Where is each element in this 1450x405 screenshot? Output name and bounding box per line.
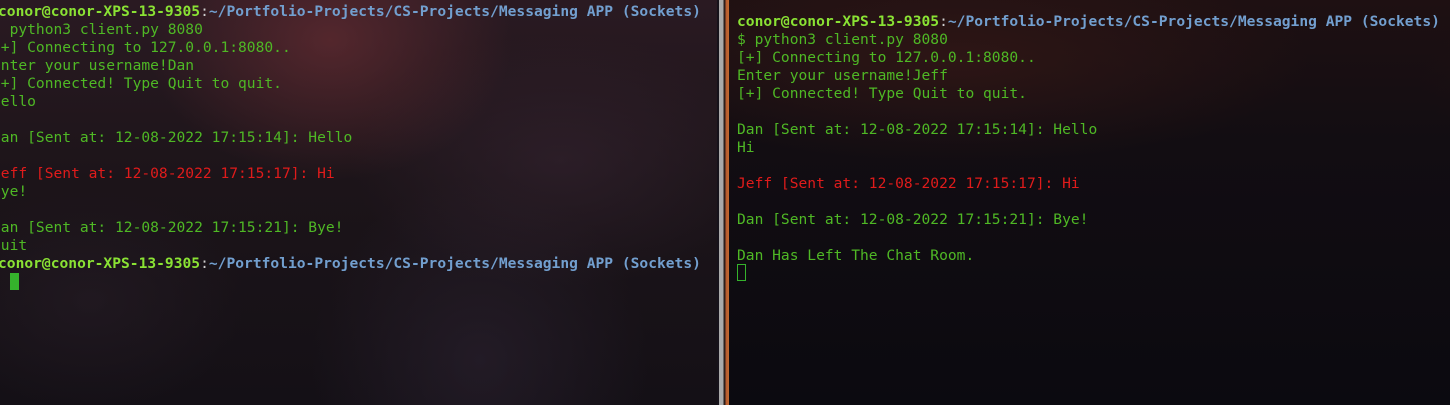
terminal-line: Hello: [0, 93, 36, 110]
prompt-separator: :: [200, 3, 209, 20]
terminal-line: Enter your username!Jeff: [737, 67, 948, 84]
text-cursor[interactable]: [737, 264, 746, 281]
chat-message: Dan [Sent at: 12-08-2022 17:15:14]: Hell…: [737, 121, 1098, 138]
chat-message: Dan [Sent at: 12-08-2022 17:15:21]: Bye!: [0, 219, 344, 236]
terminal-line: $ python3 client.py 8080: [0, 21, 203, 38]
prompt-line-bottom: conor@conor-XPS-13-9305:~/Portfolio-Proj…: [0, 255, 701, 273]
chat-message: Dan [Sent at: 12-08-2022 17:15:21]: Bye!: [737, 211, 1089, 228]
prompt-line-top: conor@conor-XPS-13-9305:~/Portfolio-Proj…: [737, 13, 1440, 31]
terminal-line: [+] Connecting to 127.0.0.1:8080..: [737, 49, 1036, 66]
chat-message: Dan [Sent at: 12-08-2022 17:15:14]: Hell…: [0, 129, 353, 146]
input-line[interactable]: $: [0, 273, 19, 291]
prompt-line-top: conor@conor-XPS-13-9305:~/Portfolio-Proj…: [0, 3, 701, 21]
prompt-path: ~/Portfolio-Projects/CS-Projects/Messagi…: [208, 3, 701, 20]
pane-splitter[interactable]: [717, 0, 729, 405]
status-message: Dan Has Left The Chat Room.: [737, 247, 975, 264]
left-terminal-pane[interactable]: conor@conor-XPS-13-9305:~/Portfolio-Proj…: [0, 0, 717, 405]
right-terminal-pane[interactable]: conor@conor-XPS-13-9305:~/Portfolio-Proj…: [729, 0, 1450, 405]
text-cursor[interactable]: [9, 273, 19, 290]
prompt-user-host: conor@conor-XPS-13-9305: [0, 3, 201, 20]
input-line[interactable]: [737, 264, 746, 282]
terminal-line: quit: [0, 237, 28, 254]
prompt-symbol: $: [0, 274, 10, 291]
prompt-separator: :: [939, 13, 948, 30]
prompt-path: ~/Portfolio-Projects/CS-Projects/Messagi…: [208, 255, 701, 272]
terminal-line: Bye!: [0, 183, 28, 200]
prompt-user-host: conor@conor-XPS-13-9305: [737, 13, 940, 30]
prompt-separator: :: [200, 255, 209, 272]
terminal-line: Enter your username!Dan: [0, 57, 195, 74]
chat-message: Jeff [Sent at: 12-08-2022 17:15:17]: Hi: [737, 175, 1080, 192]
terminal-line: Hi: [737, 139, 755, 156]
terminal-line: [+] Connected! Type Quit to quit.: [737, 85, 1027, 102]
chat-message: Jeff [Sent at: 12-08-2022 17:15:17]: Hi: [0, 165, 335, 182]
terminal-line: $ python3 client.py 8080: [737, 31, 948, 48]
prompt-user-host: conor@conor-XPS-13-9305: [0, 255, 201, 272]
terminal-line: [+] Connecting to 127.0.0.1:8080..: [0, 39, 291, 56]
prompt-path: ~/Portfolio-Projects/CS-Projects/Messagi…: [947, 13, 1440, 30]
terminal-line: [+] Connected! Type Quit to quit.: [0, 75, 282, 92]
